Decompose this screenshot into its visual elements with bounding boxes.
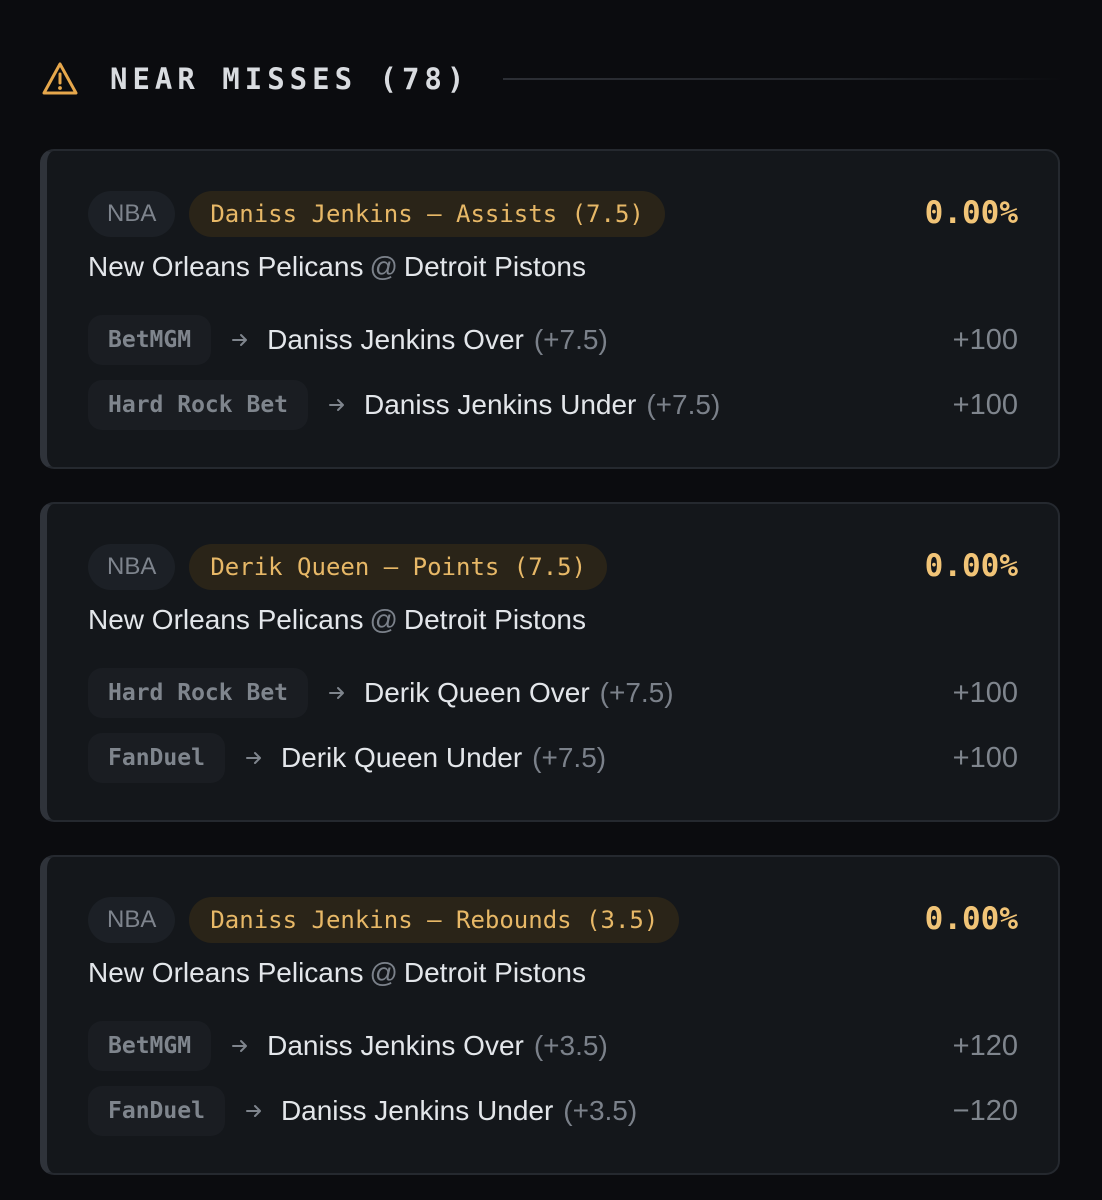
home-team: Detroit Pistons: [403, 604, 586, 635]
away-team: New Orleans Pelicans: [88, 251, 364, 282]
market-badge: Daniss Jenkins — Assists (7.5): [189, 191, 665, 237]
matchup: New Orleans Pelicans @ Detroit Pistons: [88, 604, 586, 636]
arrow-right-icon: [243, 1100, 265, 1122]
bet-leg[interactable]: FanDuel Daniss Jenkins Under (+3.5) −120: [88, 1086, 1018, 1136]
card-tags: NBA Daniss Jenkins — Rebounds (3.5): [88, 897, 680, 943]
sportsbook-badge: FanDuel: [88, 733, 225, 783]
matchup: New Orleans Pelicans @ Detroit Pistons: [88, 957, 586, 989]
bet-selection: Derik Queen Under: [280, 742, 523, 773]
league-badge: NBA: [88, 191, 176, 237]
away-team: New Orleans Pelicans: [88, 957, 364, 988]
arrow-right-icon: [229, 329, 251, 351]
bet-line: (+7.5): [646, 389, 721, 420]
sportsbook-badge: BetMGM: [88, 1021, 212, 1071]
profit-percentage: 0.00%: [924, 901, 1018, 937]
sportsbook-badge: BetMGM: [88, 315, 212, 365]
bet-leg[interactable]: Hard Rock Bet Derik Queen Over (+7.5) +1…: [88, 668, 1018, 718]
bet-leg[interactable]: FanDuel Derik Queen Under (+7.5) +100: [88, 733, 1018, 783]
bet-line: (+7.5): [599, 677, 674, 708]
profit-percentage: 0.00%: [924, 548, 1018, 584]
arrow-right-icon: [326, 394, 348, 416]
at-symbol: @: [369, 604, 398, 635]
at-symbol: @: [369, 957, 398, 988]
arrow-right-icon: [243, 747, 265, 769]
header-divider: [503, 78, 1062, 80]
near-misses-page: NEAR MISSES (78) NBA Daniss Jenkins — As…: [0, 0, 1102, 1200]
sportsbook-badge: Hard Rock Bet: [88, 668, 309, 718]
profit-percentage: 0.00%: [924, 195, 1018, 231]
home-team: Detroit Pistons: [403, 957, 586, 988]
warning-triangle-icon: [40, 59, 80, 99]
near-miss-card[interactable]: NBA Daniss Jenkins — Assists (7.5) 0.00%…: [40, 149, 1060, 469]
arrow-right-icon: [326, 682, 348, 704]
section-title: NEAR MISSES (78): [110, 62, 470, 96]
bet-line: (+3.5): [533, 1030, 608, 1061]
bet-selection: Daniss Jenkins Over: [267, 1030, 524, 1061]
bet-selection: Daniss Jenkins Under: [280, 1095, 554, 1126]
bet-odds: +120: [952, 1029, 1018, 1062]
market-badge: Daniss Jenkins — Rebounds (3.5): [189, 897, 680, 943]
bet-odds: +100: [952, 741, 1018, 774]
league-badge: NBA: [88, 544, 176, 590]
bet-odds: −120: [952, 1094, 1018, 1127]
card-tags: NBA Daniss Jenkins — Assists (7.5): [88, 191, 665, 237]
at-symbol: @: [369, 251, 398, 282]
bet-selection: Daniss Jenkins Under: [364, 389, 637, 420]
bet-line: (+7.5): [532, 742, 607, 773]
sportsbook-badge: Hard Rock Bet: [88, 380, 309, 430]
sportsbook-badge: FanDuel: [88, 1086, 225, 1136]
bet-line: (+7.5): [533, 324, 608, 355]
bet-leg[interactable]: Hard Rock Bet Daniss Jenkins Under (+7.5…: [88, 380, 1018, 430]
near-miss-card[interactable]: NBA Daniss Jenkins — Rebounds (3.5) 0.00…: [40, 855, 1060, 1175]
home-team: Detroit Pistons: [403, 251, 586, 282]
away-team: New Orleans Pelicans: [88, 604, 364, 635]
league-badge: NBA: [88, 897, 176, 943]
bet-leg[interactable]: BetMGM Daniss Jenkins Over (+3.5) +120: [88, 1021, 1018, 1071]
bet-odds: +100: [952, 676, 1018, 709]
bet-odds: +100: [952, 323, 1018, 356]
market-badge: Derik Queen — Points (7.5): [189, 544, 608, 590]
bet-leg[interactable]: BetMGM Daniss Jenkins Over (+7.5) +100: [88, 315, 1018, 365]
bet-odds: +100: [952, 388, 1018, 421]
bet-selection: Daniss Jenkins Over: [267, 324, 524, 355]
section-header: NEAR MISSES (78): [40, 58, 1062, 100]
arrow-right-icon: [229, 1035, 251, 1057]
bet-line: (+3.5): [563, 1095, 638, 1126]
matchup: New Orleans Pelicans @ Detroit Pistons: [88, 251, 586, 283]
card-tags: NBA Derik Queen — Points (7.5): [88, 544, 608, 590]
near-miss-card[interactable]: NBA Derik Queen — Points (7.5) 0.00% New…: [40, 502, 1060, 822]
bet-selection: Derik Queen Over: [364, 677, 590, 708]
